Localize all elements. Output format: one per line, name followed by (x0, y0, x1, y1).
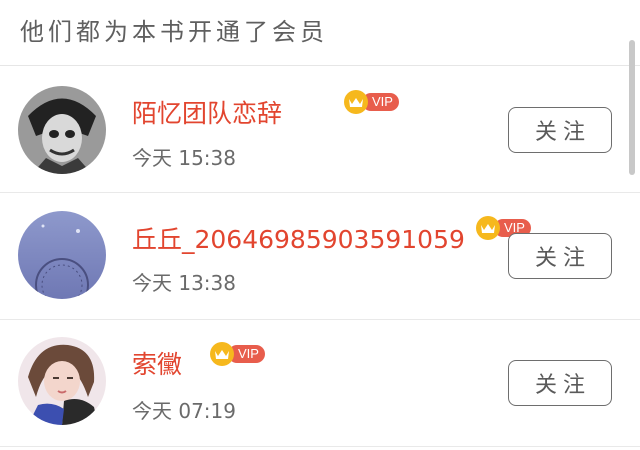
avatar[interactable] (18, 211, 106, 299)
join-time: 今天 13:38 (132, 271, 236, 295)
list-item: 丘丘_20646985903591059 VIP 今天 13:38 关注 (0, 193, 640, 320)
member-name[interactable]: 索黴 (132, 345, 182, 381)
list-item: 索黴 VIP 今天 07:19 关注 (0, 320, 640, 447)
avatar[interactable] (18, 86, 106, 174)
follow-button[interactable]: 关注 (508, 360, 612, 406)
member-name[interactable]: 丘丘_20646985903591059 (132, 220, 465, 256)
join-time: 今天 07:19 (132, 399, 236, 423)
list-item: 陌忆团队恋辞 VIP 今天 15:38 关注 (0, 66, 640, 193)
crown-icon (210, 342, 234, 366)
page-title: 他们都为本书开通了会员 (20, 18, 328, 46)
crown-icon (476, 216, 500, 240)
crown-icon (344, 90, 368, 114)
follow-button[interactable]: 关注 (508, 107, 612, 153)
avatar[interactable] (18, 337, 106, 425)
header: 他们都为本书开通了会员 (0, 0, 640, 66)
join-time: 今天 15:38 (132, 146, 236, 170)
member-name[interactable]: 陌忆团队恋辞 (132, 94, 282, 130)
follow-button[interactable]: 关注 (508, 233, 612, 279)
vip-badge: VIP (344, 90, 399, 114)
vip-badge: VIP (210, 342, 265, 366)
